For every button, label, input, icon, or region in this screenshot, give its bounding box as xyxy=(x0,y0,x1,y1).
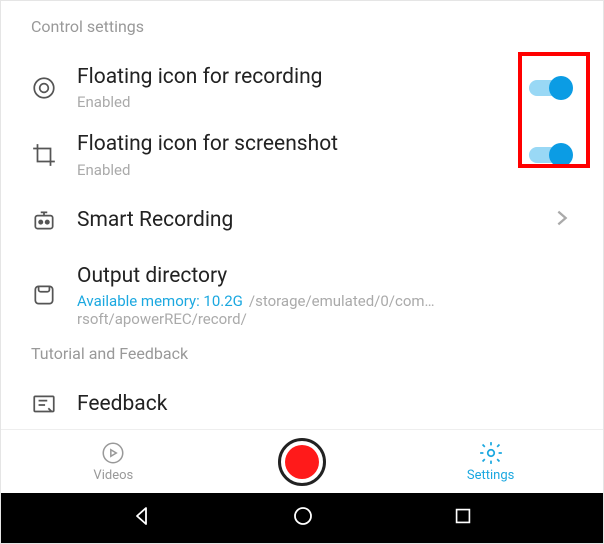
chevron-right-icon xyxy=(551,206,573,236)
output-directory-row[interactable]: Output directory Available memory: 10.2G… xyxy=(1,253,603,338)
nav-settings[interactable]: Settings xyxy=(431,440,551,483)
home-icon[interactable] xyxy=(291,504,315,532)
tutorial-feedback-header: Tutorial and Feedback xyxy=(1,338,603,381)
output-directory-title: Output directory xyxy=(77,263,573,290)
floating-recording-toggle[interactable] xyxy=(529,76,573,100)
back-icon[interactable] xyxy=(130,504,154,532)
floating-icon-recording-row[interactable]: Floating icon for recording Enabled xyxy=(1,54,603,121)
floating-recording-title: Floating icon for recording xyxy=(77,64,529,91)
control-settings-header: Control settings xyxy=(1,11,603,54)
settings-gear-icon xyxy=(478,440,504,466)
record-dot-icon xyxy=(285,445,319,479)
robot-icon xyxy=(31,208,57,234)
bottom-nav: Videos Settings xyxy=(1,429,603,493)
floating-screenshot-sub: Enabled xyxy=(77,161,529,179)
play-circle-icon xyxy=(100,440,126,466)
floating-screenshot-toggle[interactable] xyxy=(529,143,573,167)
system-nav-bar xyxy=(1,493,603,543)
recent-apps-icon[interactable] xyxy=(452,505,474,531)
crop-icon xyxy=(31,142,57,168)
nav-settings-label: Settings xyxy=(467,468,514,483)
available-memory-text: Available memory: 10.2G xyxy=(77,292,243,310)
storage-icon xyxy=(31,282,57,308)
nav-videos[interactable]: Videos xyxy=(53,440,173,483)
feedback-icon xyxy=(31,392,57,418)
floating-recording-sub: Enabled xyxy=(77,93,529,111)
record-button[interactable] xyxy=(278,438,326,486)
smart-recording-row[interactable]: Smart Recording xyxy=(1,189,603,253)
feedback-title: Feedback xyxy=(77,391,167,418)
feedback-row[interactable]: Feedback xyxy=(1,381,603,418)
floating-screenshot-title: Floating icon for screenshot xyxy=(77,131,529,158)
smart-recording-title: Smart Recording xyxy=(77,207,551,234)
floating-icon-screenshot-row[interactable]: Floating icon for screenshot Enabled xyxy=(1,121,603,188)
record-target-icon xyxy=(31,75,57,101)
nav-videos-label: Videos xyxy=(93,468,133,483)
output-directory-sub: Available memory: 10.2G/storage/emulated… xyxy=(77,292,573,328)
